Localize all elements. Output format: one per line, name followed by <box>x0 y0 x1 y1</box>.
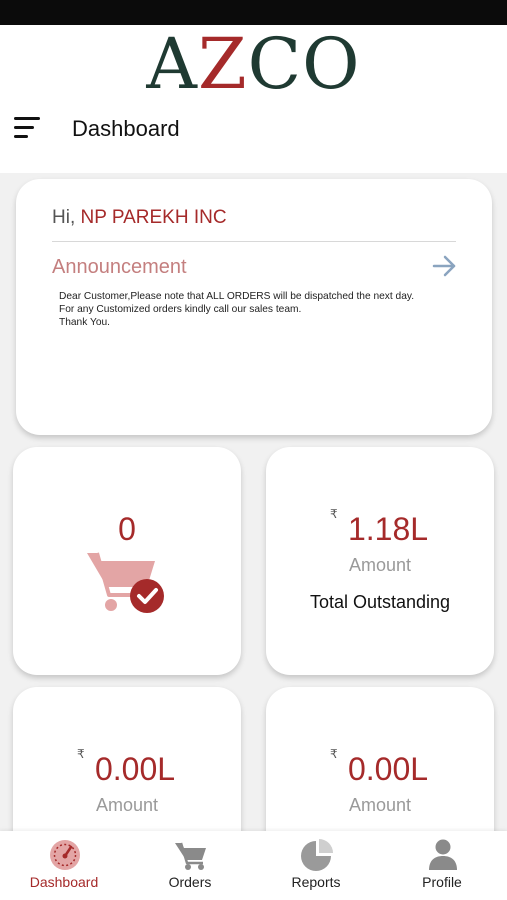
amount-label: Amount <box>348 555 412 575</box>
customer-name: NP PAREKH INC <box>80 207 227 228</box>
nav-reports[interactable]: Reports <box>253 831 379 900</box>
nav-dashboard[interactable]: Dashboard <box>1 831 127 900</box>
nav-profile[interactable]: Profile <box>379 831 505 900</box>
outstanding-amount: 1.18L <box>347 511 429 547</box>
gauge-icon <box>50 840 80 870</box>
greeting: Hi, NP PAREKH INC <box>52 207 227 228</box>
cart-check-icon <box>87 552 164 613</box>
orders-count: 0 <box>118 511 136 547</box>
page-title: Dashboard <box>72 116 180 141</box>
app-header: AZCO Dashboard <box>0 25 507 173</box>
nav-label: Profile <box>422 874 462 890</box>
outstanding-tile[interactable]: ₹ 1.18L Amount Total Outstanding <box>266 447 494 675</box>
pie-chart-icon <box>301 839 333 871</box>
nav-label: Dashboard <box>29 874 99 890</box>
amount-value: 0.00L <box>347 751 429 787</box>
amount-value: 0.00L <box>94 751 176 787</box>
total-outstanding-label: Total Outstanding <box>309 592 451 612</box>
amount-label: Amount <box>348 795 412 815</box>
cart-icon <box>175 842 206 870</box>
azco-logo: AZCO <box>146 23 361 105</box>
menu-icon[interactable] <box>14 115 46 143</box>
arrow-right-icon[interactable] <box>430 253 458 279</box>
nav-label: Reports <box>291 874 341 890</box>
announcement-title: Announcement <box>52 256 187 278</box>
status-bar <box>0 0 507 25</box>
announcement-text: Dear Customer,Please note that ALL ORDER… <box>59 291 415 328</box>
amount-label: Amount <box>95 795 159 815</box>
nav-label: Orders <box>168 874 212 890</box>
announcement-card: Hi, NP PAREKH INC Announcement Dear Cust… <box>16 179 492 435</box>
divider <box>52 241 456 242</box>
orders-tile[interactable]: 0 <box>13 447 241 675</box>
nav-orders[interactable]: Orders <box>127 831 253 900</box>
user-icon <box>429 839 457 870</box>
bottom-nav: Dashboard Orders Reports Profile <box>0 831 507 900</box>
